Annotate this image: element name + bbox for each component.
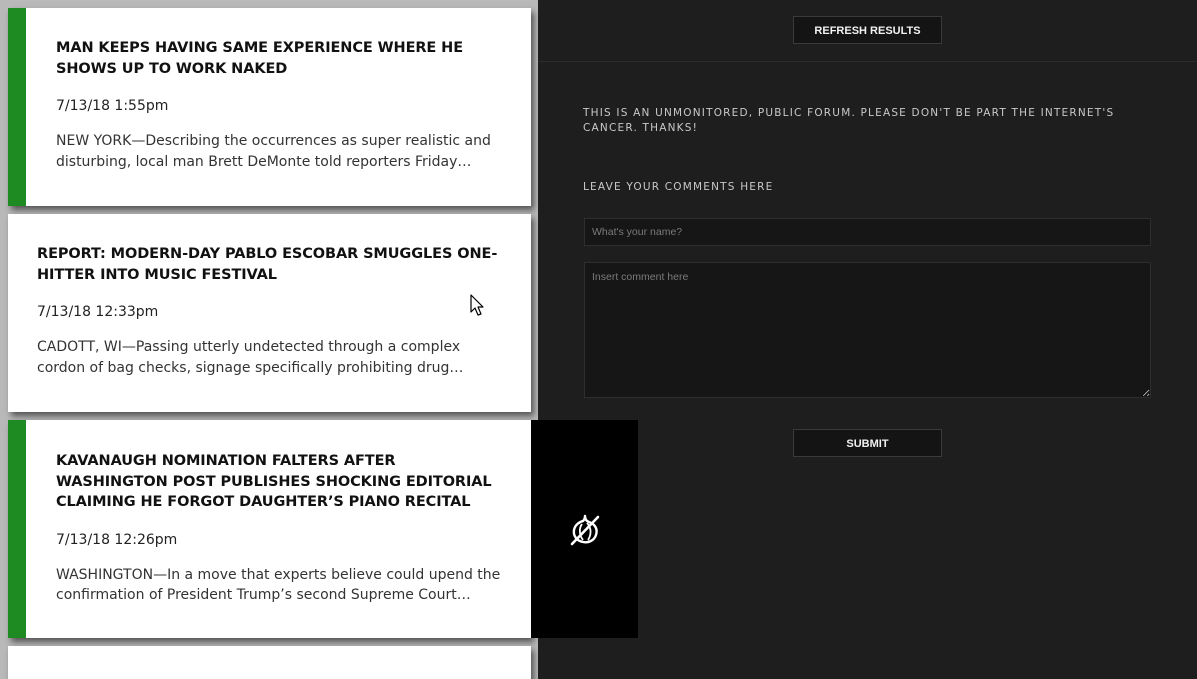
mouse-pointer-icon <box>470 294 484 316</box>
submit-button[interactable]: SUBMIT <box>793 429 942 457</box>
article-card-body: KAVANAUGH NOMINATION FALTERS AFTER WASHI… <box>26 420 531 606</box>
onion-logo-icon <box>570 514 599 546</box>
article-title[interactable]: REPORT: MODERN-DAY PABLO ESCOBAR SMUGGLE… <box>37 244 501 285</box>
comment-textarea[interactable] <box>584 262 1151 398</box>
logo-panel <box>531 420 638 638</box>
article-card-body: REPORT: MODERN-DAY PABLO ESCOBAR SMUGGLE… <box>8 214 531 378</box>
article-title[interactable]: KAVANAUGH NOMINATION FALTERS AFTER WASHI… <box>56 451 501 513</box>
article-excerpt: WASHINGTON—In a move that experts believ… <box>56 566 501 604</box>
article-date: 7/13/18 1:55pm <box>56 98 169 114</box>
app-root: MAN KEEPS HAVING SAME EXPERIENCE WHERE H… <box>0 0 1197 679</box>
article-list: MAN KEEPS HAVING SAME EXPERIENCE WHERE H… <box>0 0 538 679</box>
article-card-partial[interactable] <box>8 646 531 679</box>
article-date: 7/13/18 12:26pm <box>56 531 178 548</box>
article-card-body: MAN KEEPS HAVING SAME EXPERIENCE WHERE H… <box>26 8 531 172</box>
article-card[interactable]: REPORT: MODERN-DAY PABLO ESCOBAR SMUGGLE… <box>8 214 531 412</box>
comments-heading: LEAVE YOUR COMMENTS HERE <box>583 181 774 193</box>
forum-notice: THIS IS AN UNMONITORED, PUBLIC FORUM. PL… <box>583 107 1115 134</box>
article-card[interactable]: MAN KEEPS HAVING SAME EXPERIENCE WHERE H… <box>8 8 531 206</box>
article-title[interactable]: MAN KEEPS HAVING SAME EXPERIENCE WHERE H… <box>56 38 501 79</box>
article-excerpt: NEW YORK—Describing the occurrences as s… <box>56 133 491 170</box>
article-date: 7/13/18 12:33pm <box>37 304 159 320</box>
refresh-results-button[interactable]: REFRESH RESULTS <box>793 16 942 44</box>
article-card[interactable]: KAVANAUGH NOMINATION FALTERS AFTER WASHI… <box>8 420 531 638</box>
forum-top-bar: REFRESH RESULTS <box>538 0 1197 62</box>
name-input[interactable] <box>584 218 1151 246</box>
article-excerpt: CADOTT, WI—Passing utterly undetected th… <box>37 339 464 376</box>
